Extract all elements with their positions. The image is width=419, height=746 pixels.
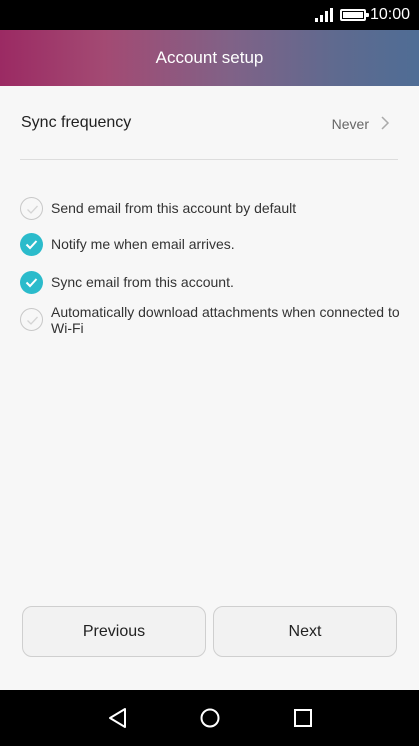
option-label: Sync email from this account. bbox=[51, 274, 234, 290]
chevron-right-icon bbox=[381, 116, 390, 130]
status-time: 10:00 bbox=[370, 6, 411, 23]
checkbox-unchecked-icon[interactable] bbox=[20, 308, 43, 331]
sync-frequency-row[interactable]: Sync frequency Never bbox=[0, 86, 419, 160]
option-auto-download[interactable]: Automatically download attachments when … bbox=[20, 304, 400, 342]
sync-frequency-label: Sync frequency bbox=[21, 114, 132, 131]
option-send-default[interactable]: Send email from this account by default bbox=[20, 197, 400, 220]
option-notify[interactable]: Notify me when email arrives. bbox=[20, 233, 400, 256]
navigation-bar bbox=[0, 690, 419, 746]
signal-icon bbox=[315, 8, 333, 22]
recent-apps-icon[interactable] bbox=[291, 706, 315, 730]
page-title: Account setup bbox=[155, 48, 264, 67]
status-bar: 10:00 bbox=[0, 0, 419, 30]
checkbox-unchecked-icon[interactable] bbox=[20, 197, 43, 220]
back-icon[interactable] bbox=[106, 706, 130, 730]
battery-icon bbox=[340, 9, 369, 21]
option-label: Automatically download attachments when … bbox=[51, 304, 400, 336]
next-button[interactable]: Next bbox=[213, 606, 397, 657]
title-bar: Account setup bbox=[0, 30, 419, 86]
option-sync[interactable]: Sync email from this account. bbox=[20, 271, 400, 294]
home-icon[interactable] bbox=[198, 706, 222, 730]
sync-frequency-value: Never bbox=[331, 116, 369, 132]
previous-button[interactable]: Previous bbox=[22, 606, 206, 657]
checkbox-checked-icon[interactable] bbox=[20, 271, 43, 294]
checkbox-checked-icon[interactable] bbox=[20, 233, 43, 256]
option-label: Notify me when email arrives. bbox=[51, 236, 235, 252]
option-label: Send email from this account by default bbox=[51, 200, 297, 216]
divider bbox=[20, 159, 398, 160]
